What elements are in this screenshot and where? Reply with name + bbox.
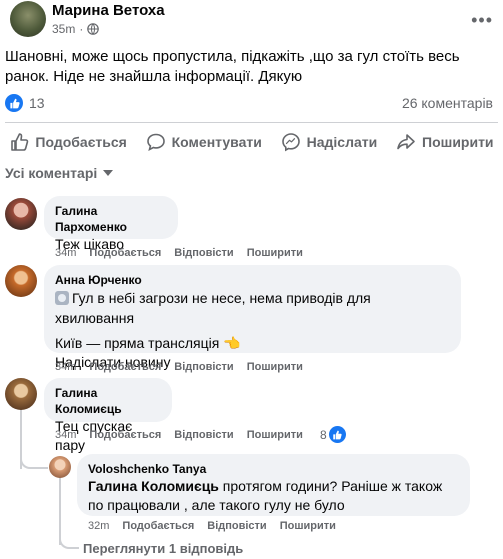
post-time-row: 35m ·: [52, 22, 100, 36]
comment-actions: 34m Подобається Відповісти Поширити: [55, 247, 303, 259]
reply-bubble: Voloshchenko Tanya Галина Коломиєць прот…: [77, 454, 470, 516]
comment-text-line: Київ — пряма трансляція 👈: [55, 334, 450, 353]
commenter-avatar[interactable]: [5, 265, 37, 297]
reply-mention[interactable]: Галина Коломиєць: [88, 478, 219, 494]
reply-share-button[interactable]: Поширити: [280, 520, 336, 532]
share-icon: [397, 134, 415, 150]
share-button[interactable]: Поширити: [396, 132, 494, 152]
divider: [5, 122, 498, 123]
commenter-name[interactable]: Галина Пархоменко: [55, 203, 167, 235]
like-button[interactable]: Подобається: [9, 132, 127, 152]
commenter-name[interactable]: Анна Юрченко: [55, 272, 450, 288]
comment-reactions[interactable]: 8: [320, 426, 346, 443]
comment-like-button[interactable]: Подобається: [89, 361, 161, 373]
comment-time[interactable]: 34m: [55, 429, 76, 441]
comment-text-line: Гул в небі загрози не несе, нема приводі…: [55, 288, 450, 328]
comment-bubble: Галина Пархоменко Теж цікаво: [44, 196, 178, 252]
sort-label: Усі коментарі: [5, 165, 98, 181]
commenter-avatar[interactable]: [5, 378, 37, 410]
send-button-label: Надіслати: [306, 134, 378, 150]
comment-icon: [146, 133, 165, 152]
like-reaction-icon: [5, 94, 23, 112]
reply-like-button[interactable]: Подобається: [122, 520, 194, 532]
comment-time[interactable]: 34m: [55, 361, 76, 373]
replier-avatar[interactable]: [49, 456, 71, 478]
comment-share-button[interactable]: Поширити: [247, 247, 303, 259]
comment-reply-button[interactable]: Відповісти: [174, 361, 233, 373]
info-icon: [55, 291, 69, 305]
like-button-label: Подобається: [35, 134, 127, 150]
post-author-name[interactable]: Марина Ветоха: [52, 2, 165, 19]
commenter-avatar[interactable]: [5, 198, 37, 230]
send-button[interactable]: Надіслати: [281, 132, 378, 152]
comment-text: Київ — пряма трансляція: [55, 335, 220, 351]
reaction-summary[interactable]: 13: [5, 94, 45, 112]
dot-separator: ·: [79, 22, 84, 36]
reply-actions: 32m Подобається Відповісти Поширити: [88, 520, 336, 532]
post-text: Шановні, може щось пропустила, підкажіть…: [5, 48, 460, 85]
comment-share-button[interactable]: Поширити: [247, 429, 303, 441]
comment-button-label: Коментувати: [171, 134, 262, 150]
post-author-avatar[interactable]: [10, 1, 46, 37]
comment-actions: 34m Подобається Відповісти Поширити: [55, 361, 303, 373]
comment-bubble: Галина Коломиєць Тец спускає пару: [44, 378, 172, 453]
chevron-down-icon: [103, 170, 114, 176]
reply-text-block: Галина Коломиєць протягом години? Раніше…: [88, 477, 459, 515]
view-replies-link[interactable]: Переглянути 1 відповідь: [83, 541, 243, 556]
messenger-icon: [281, 133, 300, 152]
thread-branch: [20, 444, 48, 469]
more-options-icon[interactable]: •••: [471, 10, 493, 31]
reply-reply-button[interactable]: Відповісти: [207, 520, 266, 532]
like-reaction-icon: [328, 426, 346, 443]
comment-sort-dropdown[interactable]: Усі коментарі: [5, 165, 114, 181]
like-count: 13: [29, 95, 45, 111]
comment-text: Гул в небі загрози не несе, нема приводі…: [55, 290, 371, 326]
post-actions-bar: Подобається Коментувати Надіслати Пошири…: [0, 130, 503, 154]
commenter-name[interactable]: Галина Коломиєць: [55, 385, 161, 417]
comment-reply-button[interactable]: Відповісти: [174, 429, 233, 441]
reply-time[interactable]: 32m: [88, 520, 109, 532]
comment-share-button[interactable]: Поширити: [247, 361, 303, 373]
comment-bubble: Анна Юрченко Гул в небі загрози не несе,…: [44, 265, 461, 370]
pointing-hand-icon: 👈: [223, 335, 241, 351]
comment-reply-button[interactable]: Відповісти: [174, 247, 233, 259]
comment-button[interactable]: Коментувати: [146, 132, 262, 152]
comment-like-button[interactable]: Подобається: [89, 247, 161, 259]
comment-like-button[interactable]: Подобається: [89, 429, 161, 441]
thumb-up-icon: [11, 133, 29, 151]
thread-branch: [59, 533, 79, 549]
globe-icon: [87, 23, 100, 35]
share-button-label: Поширити: [422, 134, 494, 150]
replier-name[interactable]: Voloshchenko Tanya: [88, 461, 459, 477]
comment-actions: 34m Подобається Відповісти Поширити: [55, 429, 303, 441]
post-time[interactable]: 35m: [52, 22, 75, 36]
comments-count[interactable]: 26 коментарів: [402, 95, 493, 111]
reaction-count: 8: [320, 427, 327, 442]
comment-time[interactable]: 34m: [55, 247, 76, 259]
